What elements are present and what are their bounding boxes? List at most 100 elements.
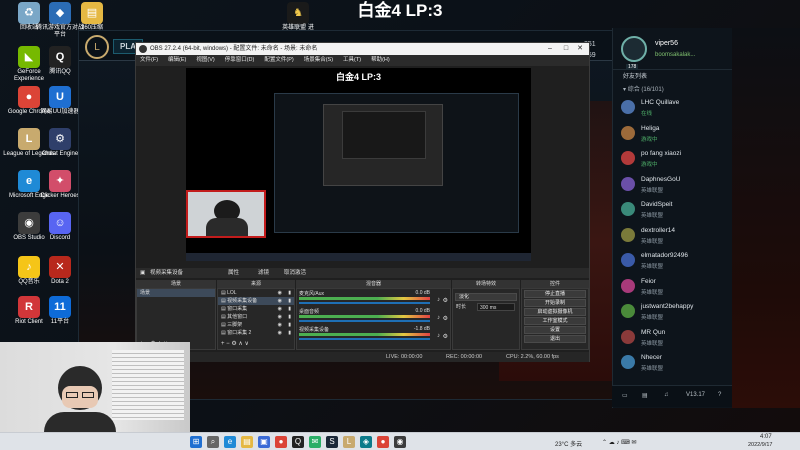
sources-dock[interactable]: ▤ LOL ◉ ▮ ▤ 视频采集设备 ◉ ▮ ▤ 窗口采集 ◉ ▮ ▤ 其他窗口 ◉ ▮ ▤ 三脚架 ◉ ▮…: [217, 288, 295, 350]
preview-webcam-source[interactable]: [186, 190, 266, 238]
edge-taskbar-icon[interactable]: e: [224, 436, 236, 448]
control-button-1[interactable]: 开始录制: [524, 299, 586, 307]
friend-item[interactable]: dextroller14 英雄联盟: [613, 224, 732, 250]
gear-icon[interactable]: ⚙: [443, 315, 448, 322]
scenes-dock[interactable]: 场景+ − ⚙ ∧ ∨: [136, 288, 216, 350]
friend-item[interactable]: Feior 英雄联盟: [613, 275, 732, 301]
clock-time[interactable]: 4:07: [760, 434, 772, 440]
preview-taskbar: [186, 253, 531, 261]
help-icon[interactable]: ?: [718, 392, 721, 398]
windows-start-icon[interactable]: ⊞: [190, 436, 202, 448]
control-button-0[interactable]: 停止直播: [524, 290, 586, 298]
control-button-3[interactable]: 工作室模式: [524, 317, 586, 325]
desktop-icon-folder[interactable]: ▤ 360压缩: [66, 2, 118, 32]
friend-item[interactable]: Heliga 游戏中: [613, 122, 732, 148]
wechat-icon[interactable]: ✉: [309, 436, 321, 448]
lock-icon[interactable]: ▮: [288, 329, 291, 337]
file-explorer-icon[interactable]: ▤: [241, 436, 253, 448]
clock-date[interactable]: 2022/9/17: [748, 442, 772, 448]
qq-taskbar-icon[interactable]: Q: [292, 436, 304, 448]
gear-icon[interactable]: ⚙: [443, 333, 448, 340]
eye-icon[interactable]: ◉: [278, 329, 282, 337]
steam-icon[interactable]: S: [326, 436, 338, 448]
lock-icon[interactable]: ▮: [288, 297, 291, 305]
friend-item[interactable]: DaphnesGoU 英雄联盟: [613, 173, 732, 199]
lock-icon[interactable]: ▮: [288, 321, 291, 329]
chrome-taskbar-icon[interactable]: ●: [275, 436, 287, 448]
volume-slider[interactable]: [299, 320, 430, 322]
gear-icon[interactable]: ⚙: [443, 297, 448, 304]
menu-item-6[interactable]: 工具(T): [343, 57, 361, 63]
friend-item[interactable]: Nhecer 英雄联盟: [613, 351, 732, 377]
mixer-dock[interactable]: 麦克风/Aux 0.0 dB ♪ ⚙ 桌面音频 0.0 dB ♪ ⚙ 视频采集设备 -1.8 dB…: [296, 288, 451, 350]
search-icon[interactable]: ⌕: [207, 436, 219, 448]
lol-client-taskbar-icon[interactable]: ◈: [360, 436, 372, 448]
source-item[interactable]: ▤ 窗口采集 ◉ ▮: [218, 305, 294, 313]
source-item[interactable]: ▤ 三脚架 ◉ ▮: [218, 321, 294, 329]
avatar[interactable]: [621, 36, 647, 62]
controls-dock[interactable]: 停止直播 开始录制 启动虚拟摄像机 工作室模式 设置 退出: [521, 288, 589, 350]
speaker-icon[interactable]: ♪: [437, 315, 440, 321]
menu-item-4[interactable]: 配置文件(P): [264, 57, 293, 63]
transition-select[interactable]: 淡化: [455, 293, 517, 301]
control-button-5[interactable]: 退出: [524, 335, 586, 343]
speaker-icon[interactable]: ♪: [437, 333, 440, 339]
friend-item[interactable]: justwant2behappy 英雄联盟: [613, 300, 732, 326]
volume-slider[interactable]: [299, 338, 430, 340]
filters-button[interactable]: 滤镜: [258, 268, 269, 278]
summoner-status[interactable]: boomsakalak...: [655, 52, 695, 58]
friend-item[interactable]: elmatador92496 英雄联盟: [613, 249, 732, 275]
weather-widget[interactable]: 23°C 多云: [555, 439, 582, 448]
eye-icon[interactable]: ◉: [278, 297, 282, 305]
lock-icon[interactable]: ▮: [288, 289, 291, 297]
menu-item-3[interactable]: 停靠窗口(D): [225, 57, 255, 63]
maximize-icon[interactable]: □: [559, 43, 573, 55]
chrome-2-taskbar-icon[interactable]: ●: [377, 436, 389, 448]
lock-icon[interactable]: ▮: [288, 313, 291, 321]
volume-slider[interactable]: [299, 302, 430, 304]
menu-item-1[interactable]: 编辑(E): [168, 57, 186, 63]
friend-avatar: [621, 176, 635, 191]
control-button-2[interactable]: 启动虚拟摄像机: [524, 308, 586, 316]
friend-item[interactable]: DavidSpeit 英雄联盟: [613, 198, 732, 224]
eleven-platform-icon: 11: [49, 296, 71, 318]
lock-icon[interactable]: ▮: [288, 305, 291, 313]
eye-icon[interactable]: ◉: [278, 305, 282, 313]
friend-item[interactable]: LHC Quillave 在线: [613, 96, 732, 122]
duration-input[interactable]: 300 ms: [477, 303, 515, 311]
transitions-dock[interactable]: 淡化 时长 300 ms: [452, 288, 520, 350]
source-item[interactable]: ▤ 其他窗口 ◉ ▮: [218, 313, 294, 321]
menu-item-2[interactable]: 视图(V): [196, 57, 214, 63]
speaker-icon[interactable]: ♪: [437, 297, 440, 303]
friends-group-general[interactable]: ▾ 综合 (16/101): [613, 84, 732, 96]
friend-avatar: [621, 278, 635, 293]
menu-item-7[interactable]: 帮助(H): [371, 57, 390, 63]
mic-icon[interactable]: ♫: [664, 392, 669, 398]
source-item[interactable]: ▤ 视频采集设备 ◉ ▮: [218, 297, 294, 305]
source-item[interactable]: ▤ LOL ◉ ▮: [218, 289, 294, 297]
folder-icon[interactable]: ▤: [642, 392, 648, 399]
friend-item[interactable]: po fang xiaozi 游戏中: [613, 147, 732, 173]
properties-button[interactable]: 属性: [228, 268, 239, 278]
chat-icon[interactable]: ▭: [622, 392, 628, 399]
eye-icon[interactable]: ◉: [278, 321, 282, 329]
obs-window[interactable]: OBS 27.2.4 (64-bit, windows) - 配置文件: 未命名…: [135, 42, 590, 362]
control-button-4[interactable]: 设置: [524, 326, 586, 334]
desktop-icon-league-yellow[interactable]: ♞ 英雄联盟 进: [272, 2, 324, 32]
menu-item-5[interactable]: 场景集合(S): [304, 57, 333, 63]
league-taskbar-icon[interactable]: L: [343, 436, 355, 448]
friend-item[interactable]: MR Qun 英雄联盟: [613, 326, 732, 352]
eye-icon[interactable]: ◉: [278, 289, 282, 297]
source-item[interactable]: ▤ 窗口采集 2 ◉ ▮: [218, 329, 294, 337]
minimize-icon[interactable]: –: [543, 43, 557, 55]
obs-preview[interactable]: 白金4 LP:3: [186, 68, 531, 261]
store-icon[interactable]: ▣: [258, 436, 270, 448]
eye-icon[interactable]: ◉: [278, 313, 282, 321]
scene-item[interactable]: 场景: [137, 289, 215, 297]
volume-meter: [299, 315, 430, 318]
deactivate-button[interactable]: 取消激活: [284, 268, 306, 278]
menu-item-0[interactable]: 文件(F): [140, 57, 158, 63]
obs-taskbar-icon[interactable]: ◉: [394, 436, 406, 448]
close-icon[interactable]: ✕: [573, 43, 587, 55]
tray-icons[interactable]: ⌃ ☁ ♪ ⌨ ✉: [602, 439, 636, 446]
